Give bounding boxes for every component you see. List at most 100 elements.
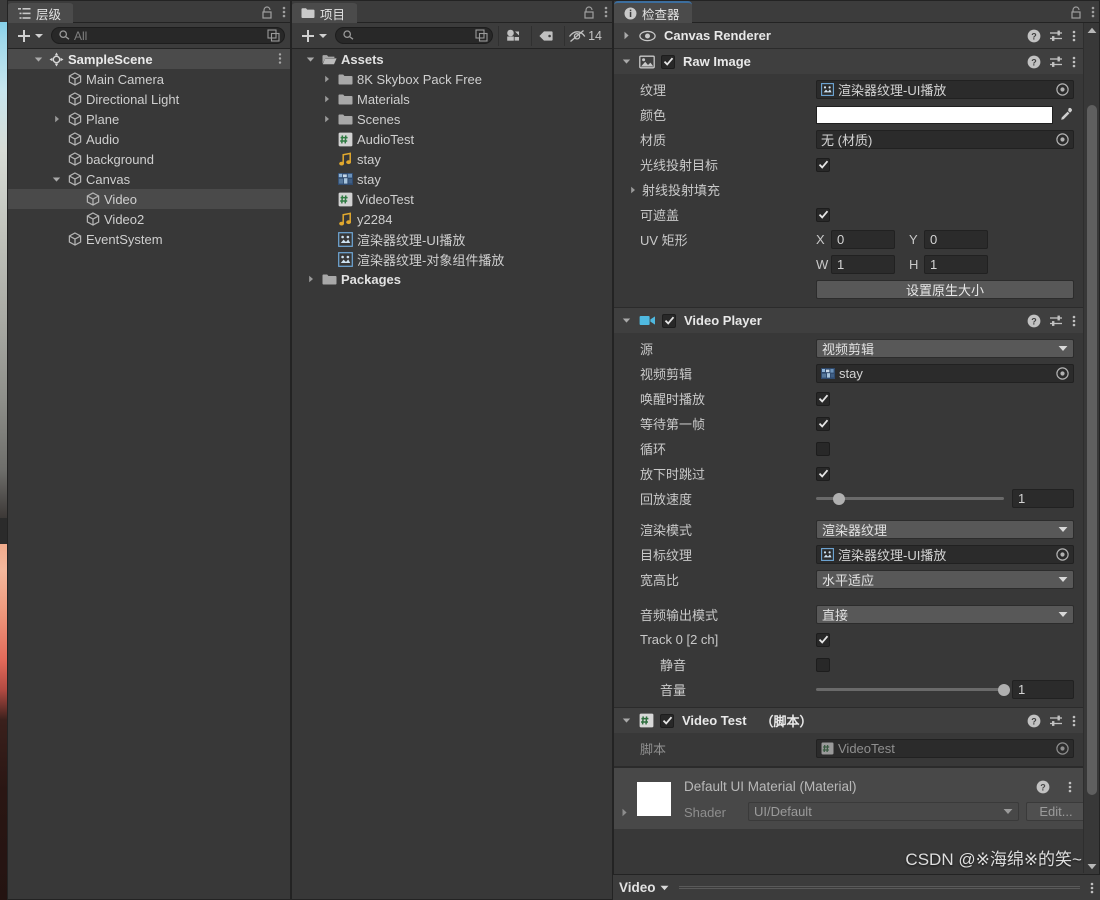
hierarchy-item-background[interactable]: background (8, 149, 290, 169)
chevron-down-icon[interactable] (620, 314, 633, 327)
hierarchy-add-button[interactable] (13, 28, 46, 44)
inspector-scrollbar-thumb[interactable] (1087, 105, 1097, 795)
project-item[interactable]: 渲染器纹理-UI播放 (292, 229, 612, 249)
preset-settings-icon[interactable] (1049, 29, 1064, 43)
uv-h-input[interactable]: 1 (924, 255, 988, 274)
video-clip-object-field[interactable]: stay (816, 364, 1074, 383)
video-player-header[interactable]: Video Player ? (614, 308, 1084, 333)
component-menu-kebab[interactable] (1072, 314, 1076, 328)
hierarchy-item-plane[interactable]: Plane (8, 109, 290, 129)
help-icon[interactable]: ? (1027, 314, 1041, 328)
preset-settings-icon[interactable] (1049, 314, 1064, 328)
lock-icon[interactable] (261, 5, 273, 19)
material-menu-kebab[interactable] (1068, 780, 1072, 794)
hierarchy-item-audio[interactable]: Audio (8, 129, 290, 149)
tab-hierarchy[interactable]: 层级 (8, 1, 74, 23)
scroll-down-arrow-icon[interactable] (1084, 859, 1100, 873)
scroll-up-arrow-icon[interactable] (1084, 23, 1100, 37)
preset-settings-icon[interactable] (1049, 714, 1064, 728)
packages-filter-icon[interactable] (498, 25, 526, 46)
audio-output-mode-dropdown[interactable]: 直接 (816, 605, 1074, 624)
project-add-button[interactable] (297, 28, 330, 44)
uv-w-input[interactable]: 1 (831, 255, 895, 274)
hierarchy-item-canvas[interactable]: Canvas (8, 169, 290, 189)
object-picker-icon[interactable] (1054, 81, 1071, 98)
chevron-right-icon[interactable] (304, 273, 317, 286)
object-picker-icon[interactable] (1054, 131, 1071, 148)
project-item[interactable]: Packages (292, 269, 612, 289)
video-test-header[interactable]: Video Test （脚本） ? (614, 708, 1084, 733)
scene-view-sliver[interactable] (0, 0, 7, 900)
object-picker-icon[interactable] (1054, 546, 1071, 563)
hierarchy-search-input[interactable] (51, 27, 285, 44)
tab-inspector[interactable]: 检查器 (614, 1, 692, 23)
tag-icon[interactable] (531, 25, 559, 46)
chevron-right-icon[interactable] (620, 808, 629, 817)
search-expand-icon[interactable] (267, 29, 280, 42)
raycast-target-checkbox[interactable] (816, 157, 830, 172)
hierarchy-item-samplescene[interactable]: SampleScene (8, 49, 290, 69)
project-item[interactable]: VideoTest (292, 189, 612, 209)
eyedropper-icon[interactable] (1059, 107, 1074, 122)
help-icon[interactable]: ? (1036, 780, 1050, 794)
canvas-renderer-header[interactable]: Canvas Renderer ? (614, 23, 1084, 48)
hierarchy-item-video[interactable]: Video (8, 189, 290, 209)
play-on-awake-checkbox[interactable] (816, 391, 830, 406)
target-texture-object-field[interactable]: 渲染器纹理-UI播放 (816, 545, 1074, 564)
aspect-ratio-dropdown[interactable]: 水平适应 (816, 570, 1074, 589)
color-swatch-field[interactable] (816, 105, 1053, 124)
lock-icon[interactable] (583, 5, 595, 19)
hidden-assets-counter[interactable]: 14 (564, 25, 607, 46)
hierarchy-item-main-camera[interactable]: Main Camera (8, 69, 290, 89)
lock-icon[interactable] (1070, 5, 1082, 19)
playback-speed-slider[interactable]: 1 (816, 489, 1074, 508)
skip-on-drop-checkbox[interactable] (816, 466, 830, 481)
inspector-scrollbar[interactable] (1083, 23, 1099, 873)
help-icon[interactable]: ? (1027, 29, 1041, 43)
chevron-down-icon[interactable] (304, 53, 317, 66)
source-dropdown[interactable]: 视频剪辑 (816, 339, 1074, 358)
chevron-down-icon[interactable] (32, 53, 45, 66)
chevron-right-icon[interactable] (320, 113, 333, 126)
material-object-field[interactable]: 无 (材质) (816, 130, 1074, 149)
project-item[interactable]: Scenes (292, 109, 612, 129)
chevron-right-icon[interactable] (320, 93, 333, 106)
project-item[interactable]: stay (292, 169, 612, 189)
chevron-down-icon[interactable] (660, 885, 669, 891)
texture-object-field[interactable]: 渲染器纹理-UI播放 (816, 80, 1074, 99)
search-expand-icon[interactable] (475, 29, 488, 42)
project-search-input[interactable] (335, 27, 494, 44)
project-item[interactable]: 8K Skybox Pack Free (292, 69, 612, 89)
chevron-right-icon[interactable] (50, 113, 63, 126)
inspector-menu-kebab[interactable] (1091, 5, 1095, 19)
hierarchy-item-video2[interactable]: Video2 (8, 209, 290, 229)
help-icon[interactable]: ? (1027, 714, 1041, 728)
project-item[interactable]: Assets (292, 49, 612, 69)
uv-y-input[interactable]: 0 (924, 230, 988, 249)
wait-first-frame-checkbox[interactable] (816, 416, 830, 431)
loop-checkbox[interactable] (816, 441, 830, 456)
volume-knob[interactable] (998, 683, 1010, 696)
component-menu-kebab[interactable] (1072, 714, 1076, 728)
component-menu-kebab[interactable] (1072, 55, 1076, 69)
tab-project[interactable]: 项目 (292, 1, 358, 23)
volume-track[interactable] (816, 683, 1010, 696)
scene-menu-kebab[interactable] (278, 52, 282, 65)
object-picker-icon[interactable] (1054, 365, 1071, 382)
project-item[interactable]: 渲染器纹理-对象组件播放 (292, 249, 612, 269)
playback-speed-knob[interactable] (832, 492, 845, 505)
component-menu-kebab[interactable] (1072, 29, 1076, 43)
hierarchy-item-eventsystem[interactable]: EventSystem (8, 229, 290, 249)
bottom-bar-kebab[interactable] (1090, 881, 1094, 895)
set-native-size-button[interactable]: 设置原生大小 (816, 280, 1074, 299)
maskable-checkbox[interactable] (816, 207, 830, 222)
uv-x-input[interactable]: 0 (831, 230, 895, 249)
help-icon[interactable]: ? (1027, 55, 1041, 69)
chevron-right-icon[interactable] (320, 73, 333, 86)
volume-input[interactable]: 1 (1012, 680, 1074, 699)
hierarchy-menu-kebab[interactable] (282, 5, 286, 19)
playback-speed-input[interactable]: 1 (1012, 489, 1074, 508)
project-item[interactable]: y2284 (292, 209, 612, 229)
preset-settings-icon[interactable] (1049, 55, 1064, 69)
video-player-enabled-checkbox[interactable] (662, 313, 676, 328)
